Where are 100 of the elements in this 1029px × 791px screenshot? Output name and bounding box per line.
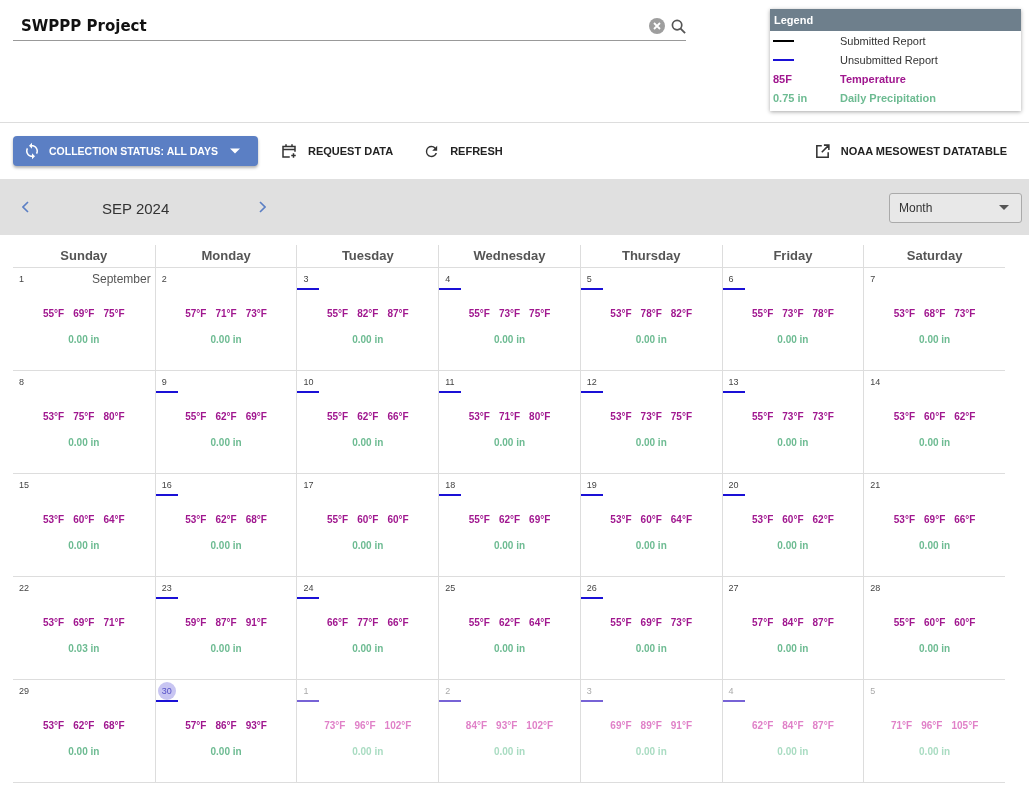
unsubmitted-report-line: [722, 494, 745, 496]
day-cell[interactable]: 13 55°F 73°F 73°F 0.00 in: [721, 371, 864, 473]
precipitation-value: 0.00 in: [67, 437, 101, 448]
day-number: 15: [19, 479, 30, 492]
temperature-value: 73°F: [498, 308, 521, 319]
day-cell[interactable]: 24 66°F 77°F 66°F 0.00 in: [296, 577, 439, 679]
day-cell[interactable]: 6 55°F 73°F 78°F 0.00 in: [721, 268, 864, 370]
temperature-value: 53°F: [468, 411, 490, 422]
unsubmitted-report-line: [155, 700, 178, 702]
temperature-value: 53°F: [752, 514, 774, 525]
unsubmitted-report-line: [580, 700, 603, 702]
unsubmitted-report-line: [580, 494, 603, 496]
day-number: 28: [870, 582, 882, 595]
temperature-value: 68°F: [924, 308, 946, 319]
temperature-value: 62°F: [812, 514, 834, 525]
weekday-header: Saturday: [863, 245, 1005, 267]
day-cell[interactable]: 3 55°F 82°F 87°F 0.00 in: [296, 268, 439, 370]
request-data-button[interactable]: REQUEST DATA: [272, 142, 402, 160]
temperature-value: 87°F: [215, 617, 237, 628]
precipitation-value: 0.00 in: [634, 540, 668, 551]
temperature-value: 60°F: [357, 514, 379, 525]
unsubmitted-line: [773, 58, 794, 61]
day-cell[interactable]: 5 53°F 78°F 82°F 0.00 in: [579, 268, 722, 370]
precipitation-value: 0.00 in: [351, 746, 385, 757]
temperature-value: 91°F: [245, 617, 267, 628]
temperature-value: 53°F: [43, 617, 65, 628]
temperature-value: 73°F: [954, 308, 976, 319]
day-number: 20: [728, 479, 740, 492]
day-cell[interactable]: 27 57°F 84°F 87°F 0.00 in: [721, 577, 864, 679]
weekday-header: Wednesday: [438, 245, 580, 267]
temperature-value: 53°F: [43, 514, 65, 525]
temperature-value: 87°F: [812, 720, 834, 731]
temperature-value: 75°F: [73, 411, 95, 422]
noaa-datatable-link[interactable]: NOAA MESOWEST DATATABLE: [805, 142, 1015, 160]
temperature-value: 84°F: [782, 720, 804, 731]
day-cell[interactable]: 12 53°F 73°F 75°F 0.00 in: [579, 371, 722, 473]
view-dropdown[interactable]: Month: [889, 192, 1022, 223]
day-cell[interactable]: 1 September 55°F 69°F 75°F 0.00 in: [13, 268, 155, 370]
precipitation-value: 0.00 in: [918, 437, 952, 448]
precipitation-value: 0.00 in: [351, 437, 385, 448]
day-number: 3: [303, 273, 310, 286]
temperature-value: 64°F: [103, 514, 125, 525]
temperature-value: 66°F: [387, 411, 409, 422]
day-cell[interactable]: 25 55°F 62°F 64°F 0.00 in: [438, 577, 580, 679]
search-icon[interactable]: [671, 18, 686, 34]
day-cell[interactable]: 20 53°F 60°F 62°F 0.00 in: [721, 474, 864, 576]
day-cell[interactable]: 30 57°F 86°F 93°F 0.00 in: [154, 680, 297, 782]
temperature-value: 71°F: [215, 308, 237, 319]
day-cell[interactable]: 15 53°F 60°F 64°F 0.00 in: [13, 474, 155, 576]
day-cell[interactable]: 2 57°F 71°F 73°F 0.00 in: [154, 268, 297, 370]
temperature-value: 62°F: [498, 617, 521, 628]
precipitation-value: 0.03 in: [67, 643, 101, 654]
temperature-value: 66°F: [387, 617, 409, 628]
day-cell[interactable]: 28 55°F 60°F 60°F 0.00 in: [863, 577, 1005, 679]
submitted-line: [773, 39, 794, 42]
day-number: 1: [303, 685, 310, 698]
sync-icon: [23, 142, 41, 160]
clear-icon[interactable]: [649, 18, 665, 34]
precipitation-value: 0.00 in: [776, 334, 810, 345]
day-cell[interactable]: 4 55°F 73°F 75°F 0.00 in: [438, 268, 580, 370]
temperature-value: 96°F: [354, 720, 376, 731]
day-cell[interactable]: 18 55°F 62°F 69°F 0.00 in: [438, 474, 580, 576]
day-cell[interactable]: 16 53°F 62°F 68°F 0.00 in: [154, 474, 297, 576]
day-cell[interactable]: 29 53°F 62°F 68°F 0.00 in: [13, 680, 155, 782]
unsubmitted-report-line: [155, 391, 178, 393]
collection-status-button[interactable]: COLLECTION STATUS: ALL DAYS: [13, 136, 258, 166]
day-cell[interactable]: 9 55°F 62°F 69°F 0.00 in: [154, 371, 297, 473]
day-cell[interactable]: 21 53°F 69°F 66°F 0.00 in: [863, 474, 1005, 576]
external-link-icon: [813, 142, 831, 160]
day-cell[interactable]: 8 53°F 75°F 80°F 0.00 in: [13, 371, 155, 473]
day-cell[interactable]: 11 53°F 71°F 80°F 0.00 in: [438, 371, 580, 473]
temperature-value: 60°F: [73, 514, 95, 525]
temperature-value: 53°F: [185, 514, 207, 525]
day-cell[interactable]: 22 53°F 69°F 71°F 0.03 in: [13, 577, 155, 679]
refresh-button[interactable]: REFRESH: [415, 142, 511, 160]
day-cell[interactable]: 14 53°F 60°F 62°F 0.00 in: [863, 371, 1005, 473]
day-cell[interactable]: 7 53°F 68°F 73°F 0.00 in: [863, 268, 1005, 370]
temperature-value: 62°F: [215, 411, 237, 422]
precipitation-value: 0.00 in: [351, 334, 385, 345]
temperature-value: 75°F: [529, 308, 551, 319]
temperature-value: 60°F: [954, 617, 976, 628]
precipitation-value: 0.00 in: [209, 643, 243, 654]
day-cell[interactable]: 26 55°F 69°F 73°F 0.00 in: [579, 577, 722, 679]
day-cell[interactable]: 23 59°F 87°F 91°F 0.00 in: [154, 577, 297, 679]
day-cell[interactable]: 19 53°F 60°F 64°F 0.00 in: [579, 474, 722, 576]
unsubmitted-report-line: [722, 700, 745, 702]
search-field[interactable]: SWPPP Project: [13, 17, 643, 35]
day-cell[interactable]: 10 55°F 62°F 66°F 0.00 in: [296, 371, 439, 473]
day-cell[interactable]: 17 55°F 60°F 60°F 0.00 in: [296, 474, 439, 576]
temperature-value: 55°F: [752, 411, 774, 422]
temperature-value: 53°F: [893, 308, 915, 319]
temperature-value: 60°F: [640, 514, 662, 525]
unsubmitted-report-line: [722, 288, 745, 290]
precipitation-value: 0.00 in: [634, 746, 668, 757]
temperature-value: 60°F: [782, 514, 804, 525]
temperature-value: 55°F: [468, 308, 490, 319]
temperature-value: 62°F: [498, 514, 521, 525]
precipitation-value: 0.00 in: [634, 334, 668, 345]
precipitation-value: 0.00 in: [492, 643, 527, 654]
temperature-value: 53°F: [893, 514, 915, 525]
